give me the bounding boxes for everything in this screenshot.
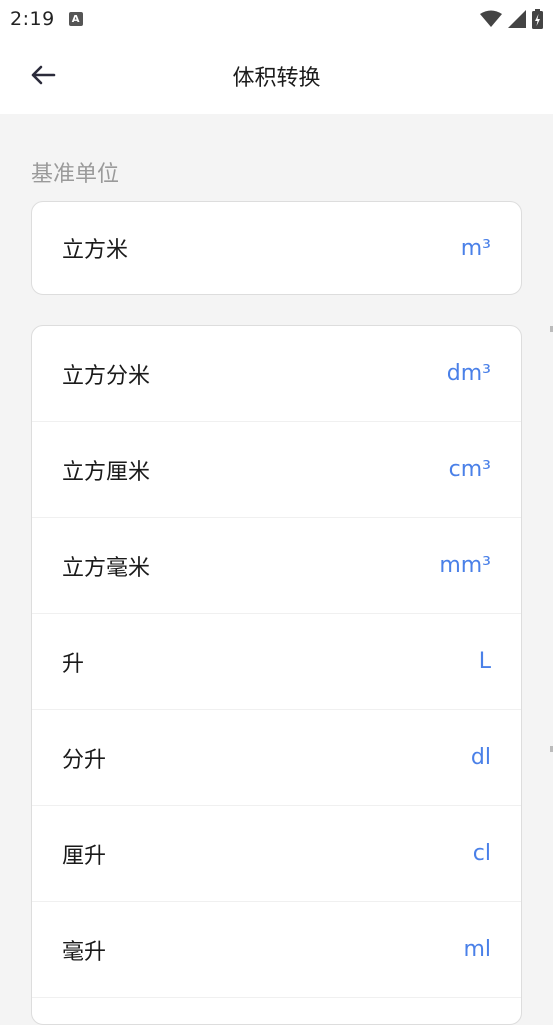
unit-name: 升 [62,651,85,677]
base-unit-label: 基准单位 [31,162,120,187]
unit-symbol: cl [472,841,491,866]
unit-name: 厘升 [62,843,107,869]
unit-name: 立方毫米 [62,555,151,581]
base-unit-row[interactable]: 立方米 m³ [32,202,521,294]
status-bar: 2:19 A [0,0,553,38]
unit-symbol: ml [463,937,491,962]
unit-symbol: dm³ [446,361,491,386]
notification-icon: A [68,12,83,26]
unit-name: 立方分米 [62,363,151,389]
unit-row-ml[interactable]: 毫升 ml [32,902,521,998]
unit-row-dm3[interactable]: 立方分米 dm³ [32,326,521,422]
page-title: 体积转换 [232,66,321,91]
status-icons [480,9,543,29]
unit-name: 毫升 [62,939,107,965]
unit-symbol: L [478,649,491,674]
unit-row-dl[interactable]: 分升 dl [32,710,521,806]
unit-row-cm3[interactable]: 立方厘米 cm³ [32,422,521,518]
unit-name: 立方厘米 [62,459,151,485]
unit-symbol: m³ [460,235,491,261]
unit-list: 立方分米 dm³ 立方厘米 cm³ 立方毫米 mm³ 升 L 分升 dl 厘升 … [31,325,522,1025]
unit-name: 立方米 [62,238,129,263]
back-button[interactable] [22,54,64,96]
base-unit-card: 立方米 m³ [31,201,522,295]
wifi-icon [480,10,502,27]
content: 基准单位 立方米 m³ 立方分米 dm³ 立方厘米 cm³ 立方毫米 mm³ 升… [0,114,553,1025]
signal-icon [508,10,526,28]
unit-symbol: cm³ [448,457,491,482]
unit-row-mm3[interactable]: 立方毫米 mm³ [32,518,521,614]
arrow-left-icon [31,65,56,85]
status-time: 2:19 [10,8,55,30]
unit-row-cl[interactable]: 厘升 cl [32,806,521,902]
app-bar: 体积转换 [0,38,553,114]
unit-row-l[interactable]: 升 L [32,614,521,710]
battery-icon [532,9,543,29]
unit-name: 分升 [62,747,107,773]
unit-symbol: dl [470,745,491,770]
unit-symbol: mm³ [439,553,491,578]
